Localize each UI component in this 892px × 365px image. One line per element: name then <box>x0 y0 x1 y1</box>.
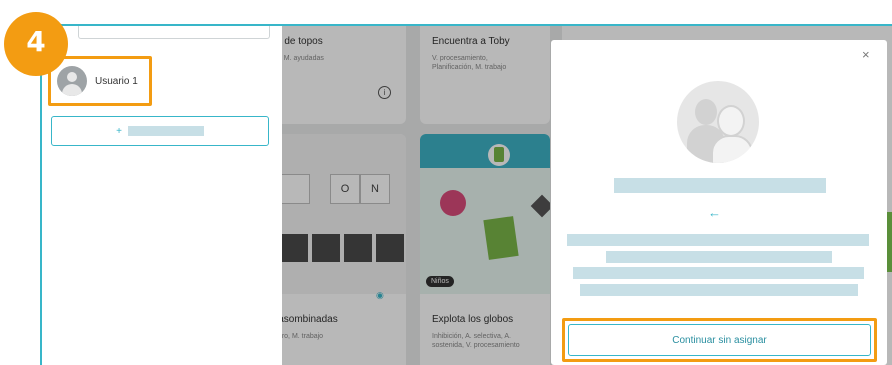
step-number-badge: 4 <box>4 12 68 76</box>
user-avatar-icon <box>57 66 87 96</box>
redacted-title <box>614 178 826 193</box>
users-avatar-icon <box>677 81 759 163</box>
arrow-left-icon: ← <box>708 205 721 220</box>
continue-without-assigning-button[interactable]: Continuar sin asignar <box>568 324 871 356</box>
redacted-text-line <box>580 284 858 296</box>
redacted-text-line <box>606 251 832 263</box>
user-item[interactable]: Usuario 1 <box>48 56 152 106</box>
redacted-label <box>127 126 204 136</box>
add-user-button[interactable]: + <box>51 116 269 146</box>
close-icon[interactable]: × <box>862 47 870 62</box>
redacted-text-line <box>573 267 864 279</box>
redacted-text-line <box>567 234 869 246</box>
search-input[interactable] <box>78 26 270 39</box>
user-name: Usuario 1 <box>95 75 138 87</box>
plus-icon: + <box>116 125 122 137</box>
top-divider <box>40 24 892 26</box>
